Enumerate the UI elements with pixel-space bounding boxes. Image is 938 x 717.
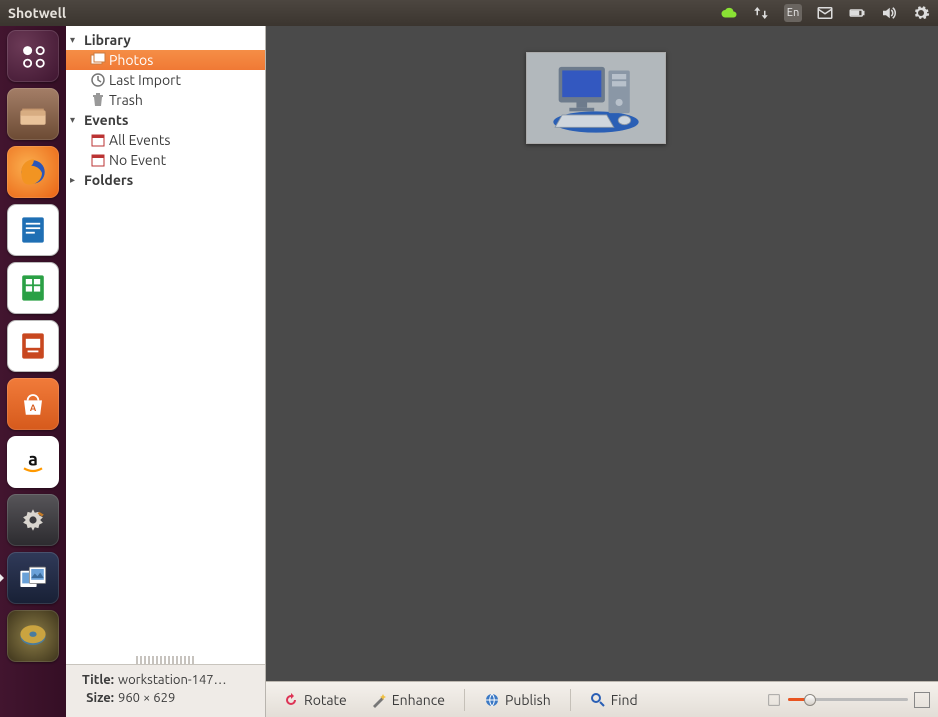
thumbnail-canvas[interactable]	[266, 26, 938, 681]
publish-icon	[484, 692, 500, 708]
launcher-software-center[interactable]: A	[7, 378, 59, 430]
sidebar-group-label: Folders	[84, 172, 133, 188]
enhance-button[interactable]: Enhance	[362, 689, 454, 711]
clock-icon	[90, 72, 106, 88]
svg-text:a: a	[28, 450, 38, 470]
info-title-value: workstation-147…	[118, 671, 227, 689]
sidebar-item-label: No Event	[109, 152, 166, 168]
trash-icon	[90, 92, 106, 108]
sidebar-resize-grip[interactable]	[136, 656, 195, 664]
sidebar-item-last-import[interactable]: Last Import	[66, 70, 265, 90]
sidebar-item-all-events[interactable]: All Events	[66, 130, 265, 150]
info-size-label: Size:	[76, 689, 114, 707]
calendar-icon	[90, 132, 106, 148]
launcher-firefox[interactable]	[7, 146, 59, 198]
rotate-button[interactable]: Rotate	[274, 689, 356, 711]
zoom-slider[interactable]	[766, 692, 930, 708]
rotate-icon	[283, 692, 299, 708]
system-tray: En	[720, 4, 930, 22]
sidebar-item-label: Trash	[109, 92, 143, 108]
zoom-thumb[interactable]	[804, 694, 816, 706]
enhance-label: Enhance	[392, 692, 445, 708]
launcher-files[interactable]	[7, 88, 59, 140]
sidebar-item-trash[interactable]: Trash	[66, 90, 265, 110]
separator	[570, 689, 571, 711]
sidebar-group-label: Library	[84, 32, 131, 48]
unity-launcher: A a	[0, 26, 66, 717]
launcher-impress[interactable]	[7, 320, 59, 372]
network-icon[interactable]	[752, 4, 770, 22]
find-button[interactable]: Find	[581, 689, 647, 711]
sidebar-item-label: All Events	[109, 132, 170, 148]
photo-viewer: Rotate Enhance Publish Find	[266, 26, 938, 717]
launcher-disk[interactable]	[7, 610, 59, 662]
messages-icon[interactable]	[816, 4, 834, 22]
launcher-amazon[interactable]: a	[7, 436, 59, 488]
sidebar-group-folders[interactable]: ▸ Folders	[66, 170, 265, 190]
sidebar-tree: ▾ Library Photos Last Import Trash	[66, 26, 265, 656]
calendar-icon	[90, 152, 106, 168]
volume-icon[interactable]	[880, 4, 898, 22]
photo-thumbnail[interactable]	[526, 52, 666, 144]
launcher-calc[interactable]	[7, 262, 59, 314]
zoom-track[interactable]	[788, 698, 908, 701]
enhance-icon	[371, 692, 387, 708]
zoom-small-icon	[768, 694, 779, 705]
sidebar-item-photos[interactable]: Photos	[66, 50, 265, 70]
chevron-right-icon: ▸	[70, 174, 81, 186]
sidebar-group-events[interactable]: ▾ Events	[66, 110, 265, 130]
sidebar-item-label: Last Import	[109, 72, 181, 88]
info-size-value: 960 × 629	[118, 689, 175, 707]
separator	[464, 689, 465, 711]
zoom-large-icon	[914, 692, 930, 708]
shotwell-window: ▾ Library Photos Last Import Trash	[66, 26, 938, 717]
sidebar-group-library[interactable]: ▾ Library	[66, 30, 265, 50]
keyboard-indicator[interactable]: En	[784, 4, 802, 22]
launcher-writer[interactable]	[7, 204, 59, 256]
menubar: Shotwell En	[0, 0, 938, 26]
rotate-label: Rotate	[304, 692, 347, 708]
publish-label: Publish	[505, 692, 551, 708]
svg-text:A: A	[30, 403, 37, 413]
photos-icon	[90, 52, 106, 68]
launcher-shotwell[interactable]	[7, 552, 59, 604]
publish-button[interactable]: Publish	[475, 689, 560, 711]
chevron-down-icon: ▾	[70, 34, 81, 46]
battery-icon[interactable]	[848, 4, 866, 22]
sidebar-item-label: Photos	[109, 52, 153, 68]
launcher-dash[interactable]	[7, 30, 59, 82]
cloud-icon[interactable]	[720, 4, 738, 22]
find-label: Find	[611, 692, 638, 708]
gear-icon[interactable]	[912, 4, 930, 22]
search-icon	[590, 692, 606, 708]
launcher-settings[interactable]	[7, 494, 59, 546]
app-title: Shotwell	[8, 5, 66, 21]
sidebar-item-no-event[interactable]: No Event	[66, 150, 265, 170]
bottom-toolbar: Rotate Enhance Publish Find	[266, 681, 938, 717]
sidebar-group-label: Events	[84, 112, 129, 128]
sidebar: ▾ Library Photos Last Import Trash	[66, 26, 266, 717]
info-title-label: Title:	[76, 671, 114, 689]
info-panel: Title: workstation-147… Size: 960 × 629	[66, 664, 265, 717]
chevron-down-icon: ▾	[70, 114, 81, 126]
